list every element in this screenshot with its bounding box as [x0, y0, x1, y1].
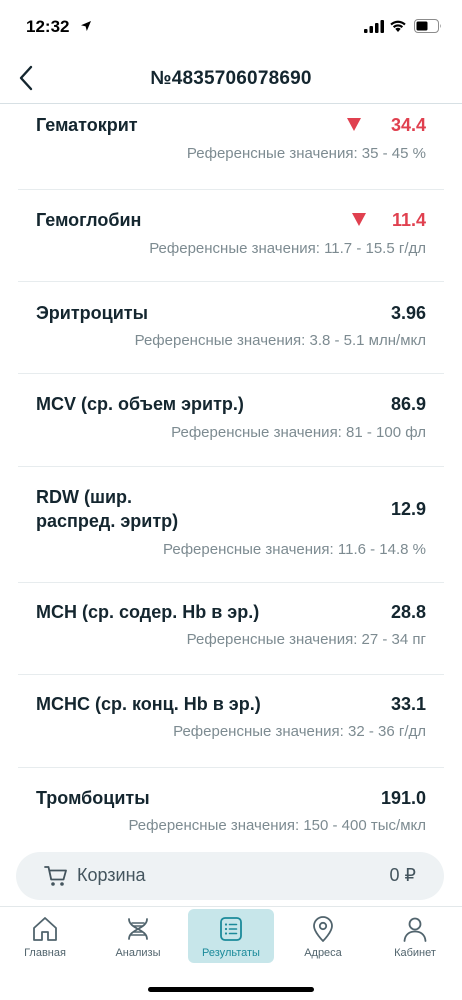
reference-range: Референсные значения: 11.6 - 14.8 %	[163, 541, 426, 558]
tab-addresses[interactable]: Адреса	[280, 909, 366, 963]
result-value: 12.9	[390, 499, 426, 519]
result-row[interactable]: RDW (шир. распред. эритр) 12.9 Референсн…	[18, 467, 444, 583]
result-row[interactable]: Тромбоциты 191.0 Референсные значения: 1…	[18, 768, 444, 836]
result-value: 34.4	[390, 115, 426, 135]
reference-range: Референсные значения: 35 - 45 %	[186, 145, 426, 162]
result-name-line1: RDW (шир.	[36, 487, 133, 507]
nav-header: №4835706078690	[0, 52, 462, 104]
user-icon	[403, 917, 427, 942]
reference-range: Референсные значения: 150 - 400 тыс/мкл	[128, 817, 426, 834]
tab-label: Кабинет	[394, 947, 436, 959]
result-name-line2: распред. эритр)	[36, 511, 179, 531]
result-row[interactable]: Эритроциты 3.96 Референсные значения: 3.…	[18, 282, 444, 374]
tab-label: Главная	[24, 947, 66, 959]
result-value: 33.1	[390, 694, 426, 714]
down-arrow-icon	[352, 213, 366, 226]
tab-label: Анализы	[115, 947, 161, 959]
reference-range: Референсные значения: 11.7 - 15.5 г/дл	[149, 240, 426, 257]
reference-range: Референсные значения: 3.8 - 5.1 млн/мкл	[134, 332, 426, 349]
result-row[interactable]: Гематокрит 34.4 Референсные значения: 35…	[18, 104, 444, 190]
result-name: Гемоглобин	[36, 210, 142, 230]
wifi-icon	[390, 20, 406, 32]
tab-analyses[interactable]: Анализы	[95, 909, 181, 963]
result-name: Тромбоциты	[36, 788, 150, 808]
result-name: Эритроциты	[36, 303, 148, 323]
tab-cabinet[interactable]: Кабинет	[372, 909, 458, 963]
page-title: №4835706078690	[150, 68, 312, 89]
down-arrow-icon	[347, 118, 361, 131]
tab-home[interactable]: Главная	[2, 909, 88, 963]
result-name: MCV (ср. объем эритр.)	[36, 394, 244, 414]
tab-label: Адреса	[304, 947, 342, 959]
tab-results[interactable]: Результаты	[188, 909, 274, 963]
map-pin-icon	[313, 916, 333, 942]
signal-icon	[364, 20, 384, 33]
result-row[interactable]: MCH (ср. содер. Hb в эр.) 28.8 Референсн…	[18, 583, 444, 675]
result-name: MCH (ср. содер. Hb в эр.)	[36, 602, 260, 622]
list-icon	[220, 917, 242, 941]
cart-icon	[44, 866, 67, 886]
results-list[interactable]: Гематокрит 34.4 Референсные значения: 35…	[0, 104, 462, 836]
tab-bar: Главная Анализы Результаты Адреса Кабине…	[0, 906, 462, 1000]
home-indicator	[148, 987, 314, 992]
tab-label: Результаты	[202, 947, 260, 959]
dna-icon	[128, 918, 148, 940]
reference-range: Референсные значения: 32 - 36 г/дл	[173, 723, 426, 740]
battery-icon	[414, 19, 441, 33]
cart-amount: 0 ₽	[389, 865, 416, 885]
result-name: MCHC (ср. конц. Hb в эр.)	[36, 694, 261, 714]
result-name: Гематокрит	[36, 115, 138, 135]
home-icon	[33, 917, 57, 941]
result-value: 191.0	[380, 788, 426, 808]
cart-button[interactable]: Корзина 0 ₽	[16, 852, 444, 900]
result-row[interactable]: MCHC (ср. конц. Hb в эр.) 33.1 Референсн…	[18, 675, 444, 768]
reference-range: Референсные значения: 81 - 100 фл	[171, 424, 426, 441]
result-row[interactable]: Гемоглобин 11.4 Референсные значения: 11…	[18, 190, 444, 282]
status-bar: 12:32	[0, 0, 462, 50]
result-value: 86.9	[390, 394, 426, 414]
result-value: 3.96	[390, 303, 426, 323]
result-value: 28.8	[390, 602, 426, 622]
cart-label: Корзина	[77, 865, 146, 885]
result-row[interactable]: MCV (ср. объем эритр.) 86.9 Референсные …	[18, 374, 444, 467]
cart-section: Корзина 0 ₽	[0, 836, 462, 906]
result-value: 11.4	[391, 210, 426, 230]
reference-range: Референсные значения: 27 - 34 пг	[186, 631, 426, 648]
status-time: 12:32	[26, 17, 70, 36]
location-arrow-icon	[81, 21, 91, 31]
